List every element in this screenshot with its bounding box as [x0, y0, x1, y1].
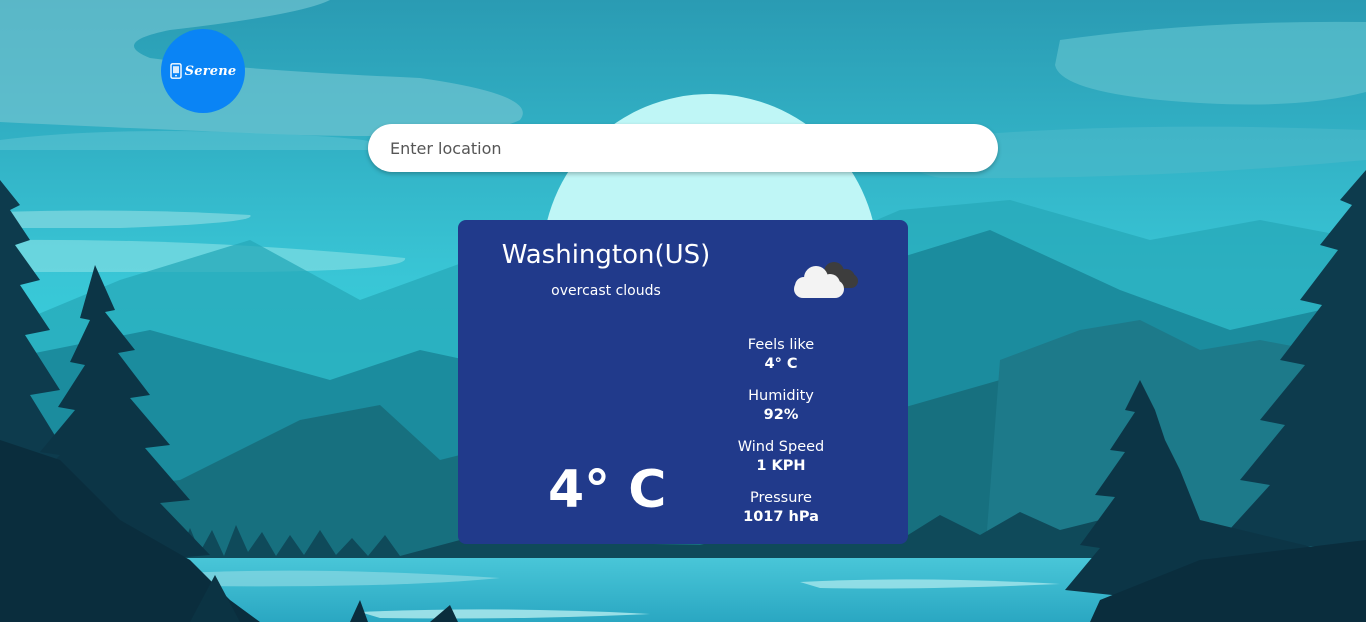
stat-value: 1017 hPa	[743, 509, 819, 525]
stat-value: 4° C	[764, 356, 798, 372]
weather-description: overcast clouds	[551, 283, 661, 299]
stat-pressure: Pressure 1017 hPa	[721, 489, 841, 540]
overcast-clouds-icon	[794, 262, 858, 298]
page: Serene Washington(US) overcast clouds 4°…	[0, 0, 1366, 622]
phone-icon	[169, 63, 182, 79]
stat-feels-like: Feels like 4° C	[721, 336, 841, 387]
stat-label: Feels like	[747, 337, 815, 353]
stat-label: Wind Speed	[737, 439, 825, 455]
temperature-value: 4° C	[548, 460, 667, 520]
stat-label: Humidity	[748, 388, 814, 404]
stat-value: 92%	[763, 407, 799, 423]
weather-stats: Feels like 4° C Humidity 92% Wind Speed …	[721, 336, 841, 540]
city-name: Washington(US)	[501, 240, 711, 270]
stat-humidity: Humidity 92%	[721, 387, 841, 438]
stat-label: Pressure	[750, 490, 812, 506]
serene-logo[interactable]: Serene	[161, 29, 245, 113]
logo-text: Serene	[184, 63, 237, 79]
location-search-input[interactable]	[368, 124, 998, 172]
weather-card: Washington(US) overcast clouds 4° C Feel…	[458, 220, 908, 544]
stat-wind-speed: Wind Speed 1 KPH	[721, 438, 841, 489]
search-bar	[368, 124, 998, 172]
stat-value: 1 KPH	[756, 458, 806, 474]
logo-inner: Serene	[169, 63, 237, 79]
